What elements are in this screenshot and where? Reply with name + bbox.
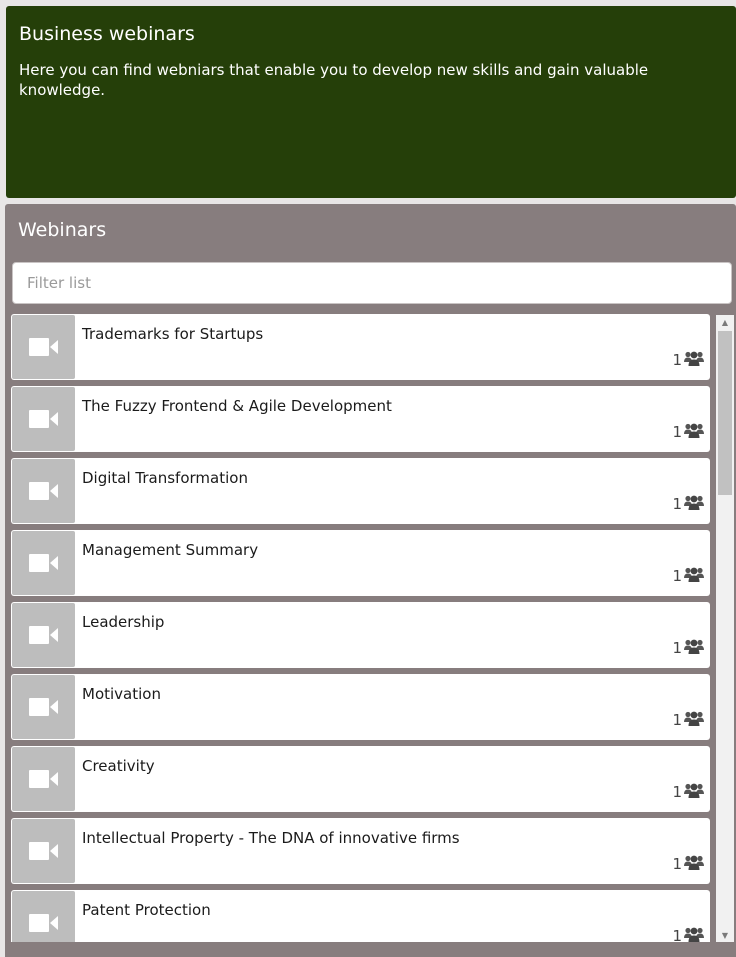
users-icon (684, 422, 704, 442)
participant-count-value: 1 (672, 567, 682, 585)
webinar-list-item[interactable]: Patent Protection 1 (11, 890, 710, 942)
page-title: Business webinars (19, 23, 195, 45)
participant-count: 1 (672, 926, 704, 942)
scrollbar-thumb[interactable] (718, 331, 732, 495)
users-icon (684, 854, 704, 874)
participant-count: 1 (672, 566, 704, 586)
webinar-list-item[interactable]: Motivation 1 (11, 674, 710, 740)
video-camera-icon (12, 819, 75, 883)
webinar-title: Motivation (82, 685, 161, 703)
users-icon (684, 566, 704, 586)
webinar-list-item[interactable]: Trademarks for Startups 1 (11, 314, 710, 380)
page-description: Here you can find webniars that enable y… (19, 61, 649, 99)
participant-count: 1 (672, 350, 704, 370)
participant-count: 1 (672, 422, 704, 442)
users-icon (684, 638, 704, 658)
users-icon (684, 494, 704, 514)
participant-count-value: 1 (672, 927, 682, 942)
filter-list-input[interactable] (12, 262, 732, 304)
webinar-title: Intellectual Property - The DNA of innov… (82, 829, 460, 847)
video-camera-icon (12, 387, 75, 451)
video-camera-icon (12, 675, 75, 739)
participant-count-value: 1 (672, 639, 682, 657)
video-camera-icon (12, 459, 75, 523)
video-camera-icon (12, 531, 75, 595)
users-icon (684, 782, 704, 802)
webinar-title: Trademarks for Startups (82, 325, 264, 343)
participant-count: 1 (672, 710, 704, 730)
list-scrollbar[interactable]: ▲ ▼ (716, 315, 734, 942)
webinar-list-item[interactable]: Leadership 1 (11, 602, 710, 668)
participant-count-value: 1 (672, 855, 682, 873)
participant-count-value: 1 (672, 783, 682, 801)
webinar-title: The Fuzzy Frontend & Agile Development (82, 397, 392, 415)
participant-count: 1 (672, 494, 704, 514)
users-icon (684, 710, 704, 730)
video-camera-icon (12, 315, 75, 379)
participant-count-value: 1 (672, 711, 682, 729)
webinar-list-item[interactable]: Creativity 1 (11, 746, 710, 812)
webinar-list-item[interactable]: Intellectual Property - The DNA of innov… (11, 818, 710, 884)
webinars-panel: Webinars Trademarks for Startups1The Fuz… (5, 204, 736, 957)
webinar-list-item[interactable]: Digital Transformation 1 (11, 458, 710, 524)
scroll-up-arrow-icon[interactable]: ▲ (716, 315, 734, 329)
webinar-list[interactable]: Trademarks for Startups 1 The Fuzzy Fronte… (11, 314, 710, 942)
participant-count: 1 (672, 638, 704, 658)
webinar-list-item[interactable]: The Fuzzy Frontend & Agile Development 1 (11, 386, 710, 452)
webinar-title: Digital Transformation (82, 469, 248, 487)
webinar-title: Creativity (82, 757, 155, 775)
intro-banner: Business webinars Here you can find webn… (6, 6, 736, 198)
webinar-title: Patent Protection (82, 901, 211, 919)
participant-count-value: 1 (672, 423, 682, 441)
participant-count: 1 (672, 854, 704, 874)
webinars-panel-title: Webinars (18, 219, 107, 241)
participant-count: 1 (672, 782, 704, 802)
scroll-down-arrow-icon[interactable]: ▼ (716, 928, 734, 942)
video-camera-icon (12, 891, 75, 942)
webinar-title: Leadership (82, 613, 165, 631)
participant-count-value: 1 (672, 351, 682, 369)
webinar-title: Management Summary (82, 541, 259, 559)
video-camera-icon (12, 603, 75, 667)
users-icon (684, 350, 704, 370)
webinar-list-item[interactable]: Management Summary 1 (11, 530, 710, 596)
participant-count-value: 1 (672, 495, 682, 513)
video-camera-icon (12, 747, 75, 811)
users-icon (684, 926, 704, 942)
